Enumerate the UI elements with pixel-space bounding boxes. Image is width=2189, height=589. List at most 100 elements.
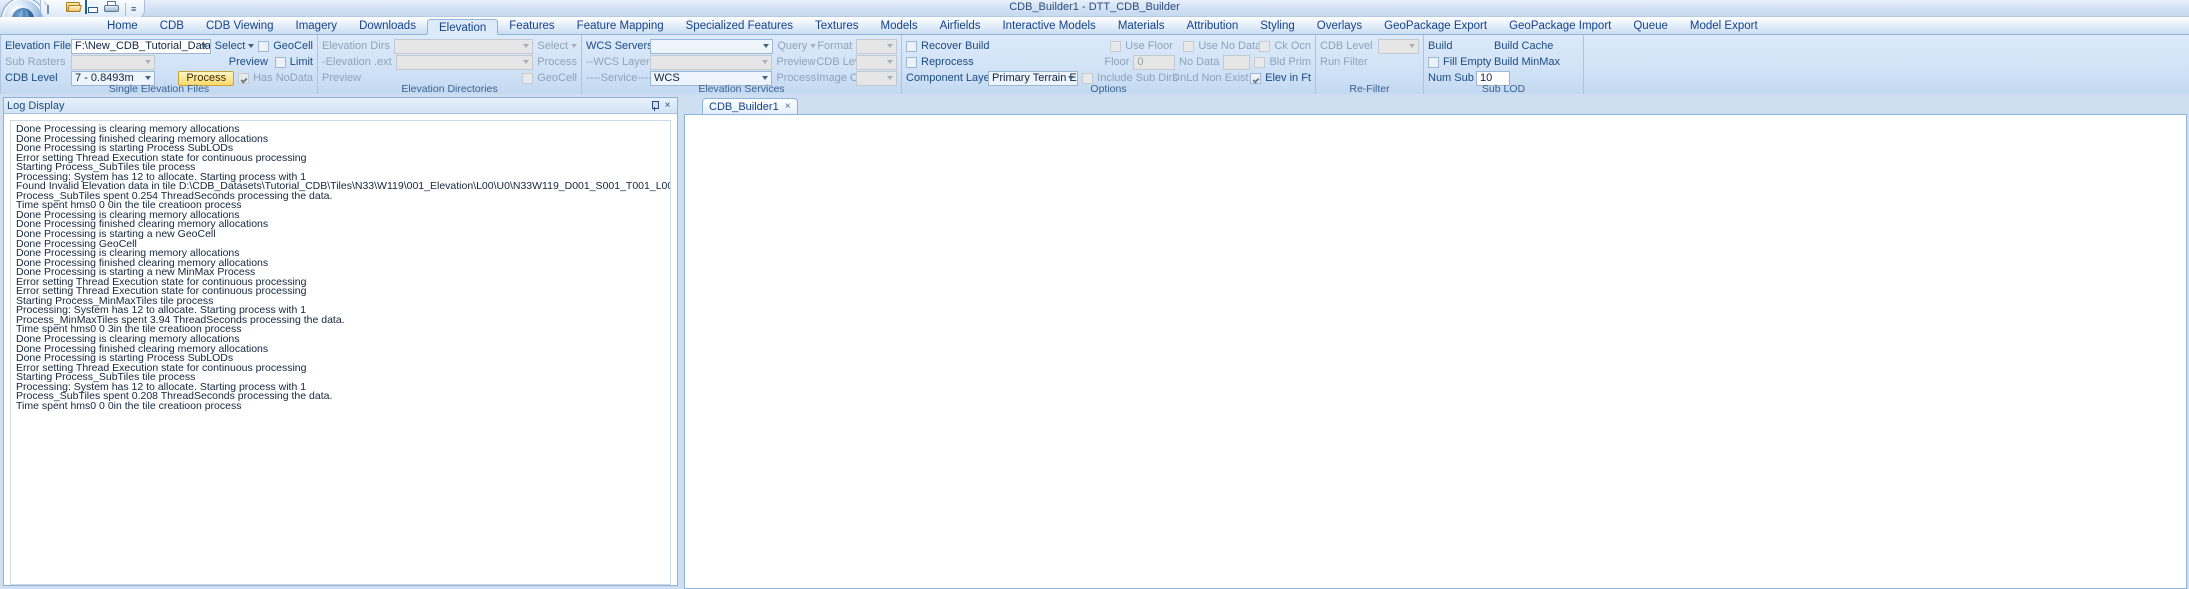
tab-imagery[interactable]: Imagery [285, 18, 349, 35]
tab-cdb[interactable]: CDB [149, 18, 195, 35]
preview-button-1[interactable]: Preview [229, 56, 271, 68]
elevation-files-label: Elevation Files [5, 40, 77, 52]
cdb-level-combo-3[interactable] [1377, 38, 1419, 54]
tab-geopackage-import[interactable]: GeoPackage Import [1498, 18, 1622, 35]
chevron-down-icon [145, 60, 151, 64]
checkbox-box [1254, 56, 1266, 68]
tab-overlays[interactable]: Overlays [1306, 18, 1373, 35]
build-cache-button[interactable]: Build Cache [1494, 40, 1553, 52]
elevation-dirs-label: Elevation Dirs [322, 40, 390, 52]
document-canvas[interactable] [684, 114, 2187, 589]
ck-ocn-checkbox[interactable]: Ck Ocn [1259, 40, 1311, 52]
wcs-servers-combo[interactable] [650, 38, 774, 54]
checkbox-box [238, 72, 250, 84]
fill-empty-label: Fill Empty [1443, 56, 1492, 68]
elevation-ext-combo[interactable] [395, 54, 534, 70]
process-button-2[interactable]: Process [537, 56, 577, 68]
checkbox-box [1259, 40, 1271, 52]
elevation-files-combo[interactable]: F:\New_CDB_Tutorial_Data_LongBeach [71, 38, 211, 54]
preview-button-3[interactable]: Preview [776, 56, 815, 68]
application-window: CDB_Builder1 - DTT_CDB_Builder ≡ Home CD… [0, 0, 2189, 589]
run-filter-button[interactable]: Run Filter [1320, 56, 1376, 68]
close-icon[interactable]: × [785, 101, 791, 112]
fill-empty-checkbox[interactable]: Fill Empty [1428, 56, 1492, 68]
ribbon: Elevation Files F:\New_CDB_Tutorial_Data… [0, 35, 2189, 95]
ribbon-group-single-elevation-files: Elevation Files F:\New_CDB_Tutorial_Data… [0, 35, 318, 95]
tab-features[interactable]: Features [498, 18, 565, 35]
chevron-down-icon [145, 76, 151, 80]
work-area: Log Display × Done Processing is clearin… [0, 94, 2189, 589]
tab-model-export[interactable]: Model Export [1679, 18, 1769, 35]
select-dropdown-1[interactable]: Select [215, 40, 255, 52]
document-tab-bar: CDB_Builder1 × [684, 97, 2187, 114]
document-tab-cdb-builder1[interactable]: CDB_Builder1 × [702, 98, 798, 114]
build-minmax-button[interactable]: Build MinMax [1494, 56, 1560, 68]
format-combo[interactable] [856, 38, 897, 54]
elevation-files-value: F:\New_CDB_Tutorial_Data_LongBeach [75, 40, 211, 52]
no-data-label: No Data [1179, 56, 1220, 68]
tab-materials[interactable]: Materials [1107, 18, 1176, 35]
checkbox-box [1250, 72, 1262, 84]
reprocess-label: Reprocess [921, 56, 974, 68]
cdb-level-combo-2[interactable] [856, 54, 897, 70]
query-dropdown[interactable]: Query [777, 40, 817, 52]
document-panel: CDB_Builder1 × [684, 97, 2187, 589]
tab-interactive-models[interactable]: Interactive Models [991, 18, 1106, 35]
floor-value: 0 [1137, 56, 1144, 68]
bld-prim-checkbox[interactable]: Bld Prim [1254, 56, 1311, 68]
tab-feature-mapping[interactable]: Feature Mapping [566, 18, 675, 35]
reprocess-checkbox[interactable]: Reprocess [906, 56, 1100, 68]
checkbox-box [522, 72, 534, 84]
tab-downloads[interactable]: Downloads [348, 18, 427, 35]
customize-qat-icon[interactable]: ≡ [131, 1, 136, 17]
query-label: Query [777, 40, 808, 52]
log-panel-caption: Log Display × [4, 98, 677, 114]
tab-geopackage-export[interactable]: GeoPackage Export [1373, 18, 1498, 35]
chevron-down-icon [200, 44, 207, 48]
select-dropdown-2[interactable]: Select [537, 40, 577, 52]
floor-label: Floor [1104, 56, 1130, 68]
checkbox-box [1183, 40, 1195, 52]
tab-cdb-viewing[interactable]: CDB Viewing [195, 18, 285, 35]
bld-prim-label: Bld Prim [1269, 56, 1311, 68]
new-icon[interactable] [47, 0, 63, 17]
use-no-data-checkbox[interactable]: Use No Data [1183, 40, 1261, 52]
close-icon[interactable]: × [661, 100, 674, 112]
checkbox-box [258, 40, 270, 52]
tab-styling[interactable]: Styling [1249, 18, 1306, 35]
wcs-layer-combo[interactable] [650, 54, 773, 70]
geocell-label-1: GeoCell [273, 40, 313, 52]
chevron-down-icon [248, 44, 255, 48]
qat-separator [125, 2, 126, 16]
tab-airfields[interactable]: Airfields [929, 18, 992, 35]
use-floor-checkbox[interactable]: Use Floor [1110, 40, 1179, 52]
tab-elevation[interactable]: Elevation [426, 19, 499, 35]
ribbon-group-options: Recover Build Use Floor Use No Data Ck O… [902, 35, 1316, 95]
sub-rasters-combo[interactable] [71, 54, 155, 70]
pin-icon[interactable] [648, 100, 661, 112]
tab-models[interactable]: Models [870, 18, 929, 35]
tab-queue[interactable]: Queue [1622, 18, 1679, 35]
tab-specialized-features[interactable]: Specialized Features [675, 18, 804, 35]
recover-build-checkbox[interactable]: Recover Build [906, 40, 1106, 52]
limit-checkbox[interactable]: Limit [274, 56, 313, 68]
log-body[interactable]: Done Processing is clearing memory alloc… [4, 114, 677, 585]
no-data-input[interactable] [1223, 54, 1251, 70]
print-icon[interactable] [104, 1, 120, 17]
elevation-ext-label: -Elevation .ext [322, 56, 392, 68]
build-label: Build [1428, 40, 1453, 52]
checkbox-box [1110, 40, 1122, 52]
open-icon[interactable] [66, 1, 82, 17]
ribbon-group-sub-lod: Build Build Cache Fill Empty Build MinMa… [1424, 35, 1584, 95]
floor-input[interactable]: 0 [1133, 54, 1175, 70]
elevation-dirs-combo[interactable] [394, 38, 534, 54]
log-text-area[interactable]: Done Processing is clearing memory alloc… [10, 120, 671, 585]
ck-ocn-label: Ck Ocn [1274, 40, 1311, 52]
tab-home[interactable]: Home [96, 18, 149, 35]
tab-attribution[interactable]: Attribution [1175, 18, 1249, 35]
tab-textures[interactable]: Textures [804, 18, 869, 35]
window-title: CDB_Builder1 - DTT_CDB_Builder [1009, 1, 1180, 13]
wcs-servers-label: WCS Servers [586, 40, 653, 52]
save-icon[interactable] [85, 0, 101, 17]
geocell-checkbox-1[interactable]: GeoCell [258, 40, 313, 52]
